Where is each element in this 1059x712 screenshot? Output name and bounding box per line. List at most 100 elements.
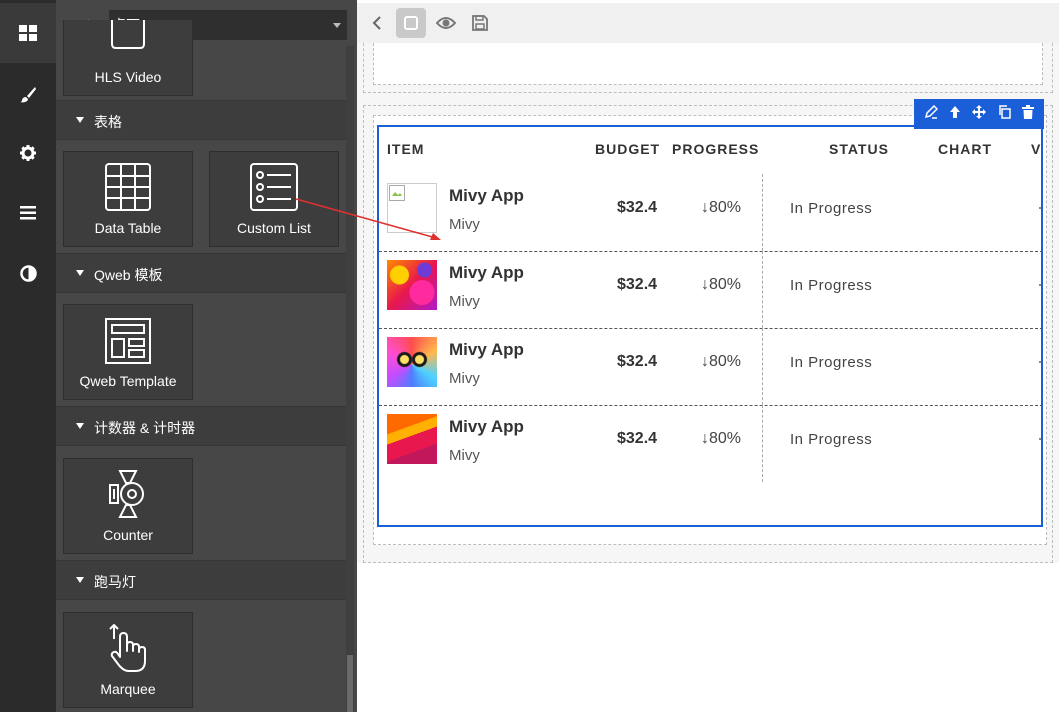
view-arrow-icon[interactable] [1039,361,1041,363]
table-row[interactable]: Mivy App Mivy $32.4 ↓80% In Progress [379,405,1041,482]
colorful-cat-thumbnail [387,337,437,387]
empty-block[interactable] [373,43,1043,85]
column-header-status: STATUS [829,141,889,157]
view-arrow-icon[interactable] [1039,438,1041,440]
sidebar-scrollbar-track[interactable] [346,46,354,712]
table-row[interactable]: Mivy App Mivy $32.4 ↓80% In Progress [379,174,1041,252]
settings-tab[interactable] [0,123,56,183]
theme-tab[interactable] [0,243,56,303]
widget-delete-button[interactable] [1022,104,1035,124]
widget-card-hls-video[interactable]: HLS Video [63,20,193,96]
delete-icon [1022,104,1035,119]
row-status: In Progress [790,277,873,294]
widget-card-qweb-template[interactable]: Qweb Template [63,304,193,400]
row-subtitle: Mivy [449,447,480,464]
widgets-tab[interactable] [0,3,56,63]
column-header-progress: PROGRESS [672,141,760,157]
arrow-down-icon: ↓ [701,430,709,447]
section-header-qweb[interactable]: Qweb 模板 [56,253,353,293]
chevron-down-icon [333,23,341,28]
widget-card-label: Counter [103,527,153,543]
section-title: 计数器 & 计时器 [94,420,196,436]
brush-icon [20,87,36,103]
widget-card-label: Marquee [100,681,156,697]
row-status: In Progress [790,431,873,448]
editor-toolbar [357,3,1059,43]
column-divider [762,328,764,405]
row-progress: ↓80% [701,199,742,216]
caret-down-icon [76,577,84,583]
caret-down-icon [76,270,84,276]
layers-tab[interactable] [0,183,56,243]
row-title: Mivy App [449,186,524,205]
section-header-counter[interactable]: 计数器 & 计时器 [56,406,353,446]
row-subtitle: Mivy [449,293,480,310]
widget-card-custom-list[interactable]: Custom List [209,151,339,247]
widget-move-up-button[interactable] [949,105,961,124]
video-icon [111,20,145,49]
row-progress: ↓80% [701,430,742,447]
row-subtitle: Mivy [449,216,480,233]
column-header-chart: CHART [938,141,992,157]
row-title: Mivy App [449,340,524,359]
arrow-down-icon: ↓ [701,353,709,370]
move-up-icon [950,105,961,118]
hand-swipe-icon [109,624,146,672]
section-title: Qweb 模板 [94,267,163,283]
row-budget: $32.4 [617,199,658,216]
widget-sidebar: 设备 桌面 HLS Video 表格 Data Table Custom Lis… [56,0,357,712]
widget-card-label: Qweb Template [79,373,177,389]
caret-down-icon [76,117,84,123]
widget-card-label: Data Table [94,220,162,236]
table-row[interactable]: Mivy App Mivy $32.4 ↓80% In Progress [379,251,1041,329]
square-icon [404,16,418,30]
widget-card-label: HLS Video [94,69,162,85]
table-icon [105,163,151,211]
edit-icon [924,104,938,119]
drag-icon [972,104,987,119]
save-button[interactable] [465,8,495,38]
view-arrow-icon[interactable] [1039,207,1041,209]
colorful-bubbles-thumbnail [387,260,437,310]
select-mode-button[interactable] [396,8,426,38]
sidebar-scrollbar-thumb[interactable] [347,655,353,712]
widget-card-data-table[interactable]: Data Table [63,151,193,247]
section-header-table[interactable]: 表格 [56,100,353,140]
counter-icon [109,470,144,518]
style-tab[interactable] [0,65,56,125]
list-icon [20,206,36,220]
row-progress: ↓80% [701,276,742,293]
row-status: In Progress [790,200,873,217]
broken-image-thumbnail [387,183,437,233]
widget-card-counter[interactable]: Counter [63,458,193,554]
colorful-stripes-thumbnail [387,414,437,464]
list-bullets-icon [250,163,298,211]
column-header-view: VIE [1031,141,1042,157]
column-header-item: ITEM [387,141,425,157]
section-title: 表格 [94,114,122,130]
row-subtitle: Mivy [449,370,480,387]
broken-image-icon [389,185,405,201]
widget-duplicate-button[interactable] [998,104,1011,124]
widgets-icon [19,25,37,41]
section-title: 跑马灯 [94,574,136,590]
view-arrow-icon[interactable] [1039,284,1041,286]
row-budget: $32.4 [617,276,658,293]
arrow-down-icon: ↓ [701,199,709,216]
template-icon [105,318,151,364]
icon-rail [0,0,56,712]
gear-icon [20,145,36,161]
widget-card-marquee[interactable]: Marquee [63,612,193,708]
widget-edit-button[interactable] [924,104,938,124]
back-icon [372,16,381,30]
contrast-icon [19,264,37,282]
row-status: In Progress [790,354,873,371]
save-icon [472,15,488,31]
table-row[interactable]: Mivy App Mivy $32.4 ↓80% In Progress [379,328,1041,406]
preview-button[interactable] [431,8,461,38]
data-table-widget[interactable]: ITEM BUDGET PROGRESS STATUS CHART VIE Mi… [377,125,1043,527]
editor-canvas: ITEM BUDGET PROGRESS STATUS CHART VIE Mi… [357,0,1059,712]
widget-drag-button[interactable] [972,104,987,124]
back-button[interactable] [362,8,392,38]
section-header-marquee[interactable]: 跑马灯 [56,560,353,600]
